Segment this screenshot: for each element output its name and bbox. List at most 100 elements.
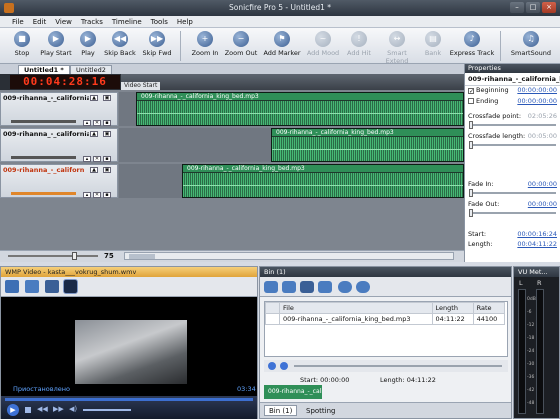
mute-icon[interactable]: ▴ xyxy=(83,156,91,162)
skip-forward-button[interactable]: ▶▶ Skip Fwd xyxy=(140,30,174,62)
track-lane[interactable]: 009-rihanna_-_california_king_bed.mp3 xyxy=(119,92,464,126)
open-video-icon[interactable] xyxy=(5,280,19,293)
crossfade-point-slider[interactable] xyxy=(469,121,556,129)
crossfade-length-slider[interactable] xyxy=(469,141,556,149)
track-lane[interactable]: 009-rihanna_-_california_king_bed.mp3 xyxy=(119,164,464,198)
smartsound-button[interactable]: ♫ SmartSound xyxy=(506,30,556,62)
next-icon[interactable]: ▶▶ xyxy=(53,405,64,413)
play-button[interactable]: ▶ Play xyxy=(76,30,100,62)
mute-icon[interactable]: ▴ xyxy=(83,192,91,198)
menu-edit[interactable]: Edit xyxy=(33,18,47,26)
frame-icon[interactable] xyxy=(45,280,59,293)
zoom-out-button[interactable]: − Zoom Out xyxy=(224,30,258,62)
lock-icon[interactable]: ▣ xyxy=(103,95,111,101)
ending-value[interactable]: 00:00:00:00 xyxy=(517,97,557,105)
playback-status: Приостановлено xyxy=(13,385,70,393)
length-value[interactable]: 00:04:11:22 xyxy=(517,240,557,248)
lock-icon[interactable]: ▣ xyxy=(103,131,111,137)
close-button[interactable]: × xyxy=(542,2,556,13)
minimize-button[interactable]: – xyxy=(510,2,524,13)
tab-bin[interactable]: Bin (1) xyxy=(264,405,298,416)
bin-row[interactable]: 009-rihanna_-_california_king_bed.mp3 04:… xyxy=(265,313,506,325)
track-header[interactable]: 009-rihanna_-_california_king_ ▲ ▣ ▴ ✕ ▪ xyxy=(0,92,118,126)
play-pause-icon[interactable]: ▶ xyxy=(7,404,19,416)
volume-slider[interactable] xyxy=(11,192,76,195)
audio-clip[interactable]: 009-rihanna_-_california_king_bed.mp3 xyxy=(271,128,464,162)
stop-icon: ■ xyxy=(14,31,30,47)
fade-out-slider[interactable] xyxy=(469,209,556,217)
zoom-in-button[interactable]: + Zoom In xyxy=(188,30,222,62)
expand-icon[interactable]: ▲ xyxy=(90,131,98,137)
horizontal-scrollbar[interactable] xyxy=(124,252,454,260)
expand-icon[interactable]: ▲ xyxy=(90,167,98,173)
video-volume-slider[interactable] xyxy=(83,409,131,411)
add-hit-button[interactable]: ! Add Hit xyxy=(344,30,374,62)
solo-icon[interactable]: ✕ xyxy=(93,192,101,198)
audio-clip-selected[interactable]: 009-rihanna_-_california_king_bed.mp3 xyxy=(182,164,464,198)
mute-icon[interactable]: ▴ xyxy=(83,120,91,126)
stop-button[interactable]: ■ Stop xyxy=(8,30,36,62)
add-mood-button[interactable]: ~ Add Mood xyxy=(305,30,341,62)
fade-in-slider[interactable] xyxy=(469,189,556,197)
smart-extend-button[interactable]: ↔ Smart Extend xyxy=(377,30,417,65)
solo-icon[interactable]: ✕ xyxy=(93,156,101,162)
fade-out-value[interactable]: 00:00:00 xyxy=(528,200,557,208)
maximize-button[interactable]: □ xyxy=(526,2,540,13)
zoom-slider[interactable] xyxy=(8,255,98,257)
column-length[interactable]: Length xyxy=(431,302,474,314)
fade-in-value[interactable]: 00:00:00 xyxy=(528,180,557,188)
sync-icon[interactable] xyxy=(63,279,78,294)
tab-untitled2[interactable]: Untitled2 xyxy=(70,65,112,74)
beginning-value[interactable]: 00:00:00:00 xyxy=(517,86,557,94)
capture-icon[interactable] xyxy=(25,280,39,293)
record-icon[interactable]: ▪ xyxy=(103,156,111,162)
add-file-icon[interactable] xyxy=(264,281,278,293)
expand-icon[interactable]: ▲ xyxy=(90,95,98,101)
express-track-button[interactable]: ♪ Express Track xyxy=(449,30,495,62)
record-icon[interactable]: ▪ xyxy=(103,120,111,126)
start-value[interactable]: 00:00:16:24 xyxy=(517,230,557,238)
solo-icon[interactable]: ✕ xyxy=(93,120,101,126)
import-icon[interactable] xyxy=(318,281,332,293)
properties-icon[interactable] xyxy=(300,281,314,293)
track-header[interactable]: 009-rihanna_-_california_king_ ▲ ▣ ▴ ✕ ▪ xyxy=(0,128,118,162)
menu-view[interactable]: View xyxy=(55,18,72,26)
menu-help[interactable]: Help xyxy=(177,18,193,26)
column-rate[interactable]: Rate xyxy=(472,302,506,314)
track-header-selected[interactable]: 009-rihanna_-_californ ▲ ▣ ▴ ✕ ▪ xyxy=(0,164,118,198)
add-marker-button[interactable]: ⚑ Add Marker xyxy=(261,30,303,62)
loop-icon[interactable] xyxy=(338,281,352,293)
menu-tracks[interactable]: Tracks xyxy=(81,18,103,26)
skip-back-button[interactable]: ◀◀ Skip Back xyxy=(103,30,137,62)
preview-play-icon[interactable] xyxy=(268,362,276,370)
preview-slider[interactable] xyxy=(294,365,502,367)
seek-bar[interactable] xyxy=(5,398,253,401)
link-icon[interactable] xyxy=(356,281,370,293)
play-start-button[interactable]: ▶ Play Start xyxy=(38,30,74,62)
bin-clip-thumbnail[interactable]: 009-rihanna_-_califc xyxy=(264,385,322,399)
menu-tools[interactable]: Tools xyxy=(151,18,168,26)
volume-icon[interactable]: ◀) xyxy=(69,405,77,413)
tab-untitled1[interactable]: Untitled1 * xyxy=(18,65,70,74)
zoom-slider-thumb[interactable] xyxy=(72,252,77,260)
bank-button[interactable]: ▤ Bank xyxy=(420,30,446,62)
audio-clip[interactable]: 009-rihanna_-_california_king_bed.mp3 xyxy=(136,92,464,126)
stop-icon[interactable] xyxy=(25,407,31,413)
lock-icon[interactable]: ▣ xyxy=(103,167,111,173)
video-viewport[interactable]: Приостановлено 03:34 xyxy=(1,297,257,396)
ending-checkbox[interactable] xyxy=(468,98,474,104)
remove-file-icon[interactable] xyxy=(282,281,296,293)
scrollbar-thumb[interactable] xyxy=(129,254,155,259)
preview-stop-icon[interactable] xyxy=(280,362,288,370)
track-lane[interactable]: 009-rihanna_-_california_king_bed.mp3 xyxy=(119,128,464,162)
beginning-checkbox[interactable]: ✓ xyxy=(468,88,474,95)
timeline-ruler[interactable]: Video Start xyxy=(121,74,464,90)
menu-timeline[interactable]: Timeline xyxy=(112,18,142,26)
menu-file[interactable]: File xyxy=(12,18,24,26)
tab-spotting[interactable]: Spotting xyxy=(306,406,335,417)
volume-slider[interactable] xyxy=(11,156,76,159)
record-icon[interactable]: ▪ xyxy=(103,192,111,198)
previous-icon[interactable]: ◀◀ xyxy=(37,405,48,413)
volume-slider[interactable] xyxy=(11,120,76,123)
column-file[interactable]: File xyxy=(279,302,433,314)
